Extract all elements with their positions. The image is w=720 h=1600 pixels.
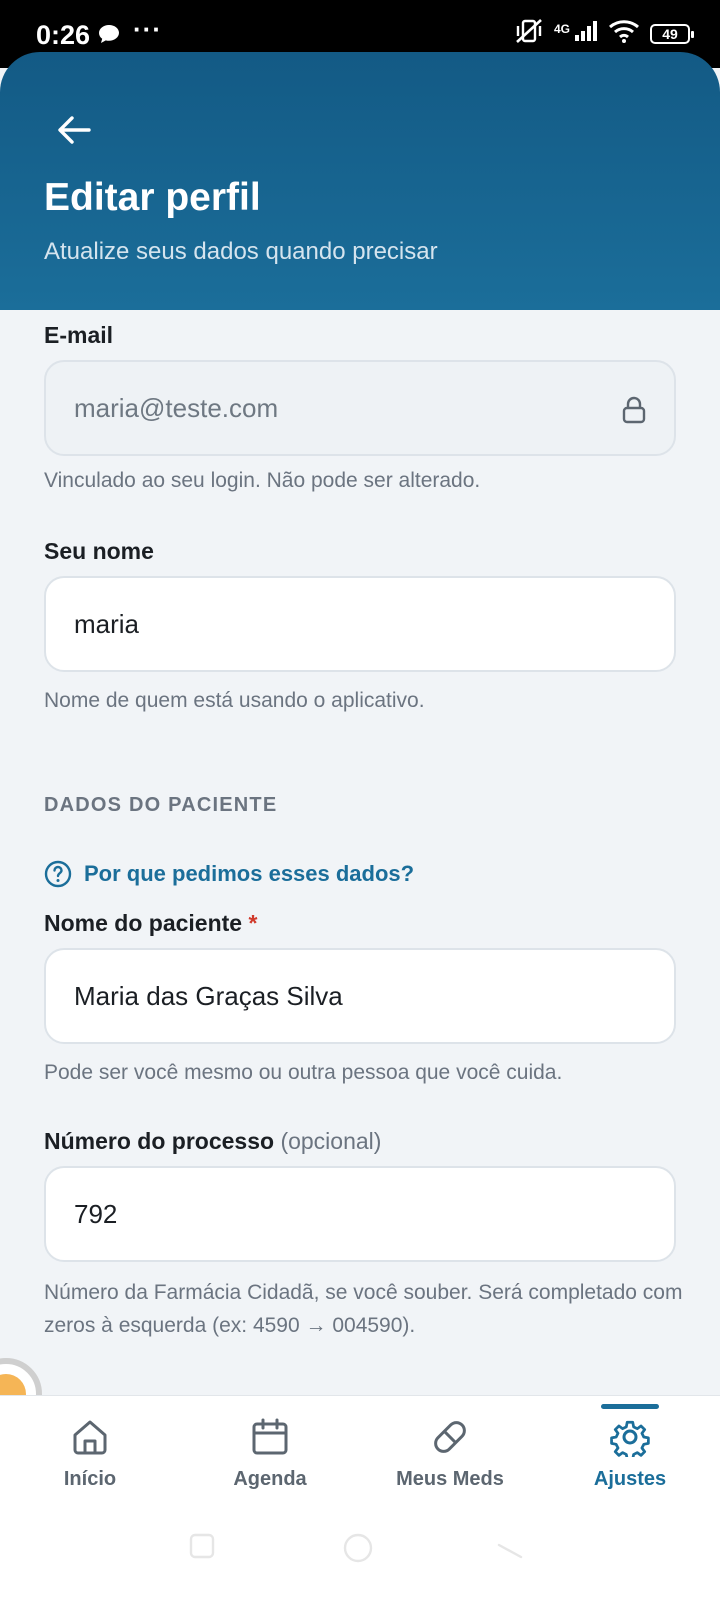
patient-name-value: Maria das Graças Silva bbox=[74, 980, 343, 1011]
process-number-label-text: Número do processo bbox=[44, 1128, 275, 1154]
required-mark: * bbox=[248, 910, 258, 936]
back-button[interactable] bbox=[48, 104, 100, 156]
more-notifications-icon: ··· bbox=[133, 14, 162, 44]
page-title: Editar perfil bbox=[44, 176, 261, 219]
profile-form: E-mail maria@teste.com Vinculado ao seu … bbox=[0, 310, 720, 1395]
home-icon bbox=[70, 1416, 110, 1458]
nav-item-ajustes[interactable]: Ajustes bbox=[540, 1396, 720, 1500]
wifi-icon bbox=[608, 19, 640, 48]
name-label: Seu nome bbox=[44, 538, 154, 564]
gear-icon bbox=[610, 1416, 650, 1458]
nav-item-meus-meds[interactable]: Meus Meds bbox=[360, 1396, 540, 1500]
nav-item-agenda[interactable]: Agenda bbox=[180, 1396, 360, 1500]
optional-tag: (opcional) bbox=[280, 1128, 382, 1154]
chat-bubble-icon bbox=[98, 24, 120, 49]
signal-icon bbox=[574, 20, 598, 47]
pill-icon bbox=[430, 1416, 470, 1458]
bottom-navigation: Início Agenda Meus Meds Ajustes bbox=[0, 1395, 720, 1500]
email-hint: Vinculado ao seu login. Não pode ser alt… bbox=[44, 469, 481, 492]
email-value: maria@teste.com bbox=[74, 392, 279, 423]
why-link-label: Por que pedimos esses dados? bbox=[84, 861, 415, 886]
name-hint: Nome de quem está usando o aplicativo. bbox=[44, 689, 425, 712]
vibrate-mute-icon bbox=[514, 18, 544, 49]
email-field: maria@teste.com bbox=[44, 360, 676, 456]
process-number-label: Número do processo (opcional) bbox=[44, 1128, 381, 1155]
battery-indicator: 49 bbox=[650, 23, 694, 44]
name-value: maria bbox=[74, 608, 140, 639]
patient-name-label: Nome do paciente * bbox=[44, 910, 257, 937]
name-field[interactable]: maria bbox=[44, 576, 676, 672]
home-button[interactable] bbox=[342, 1532, 374, 1569]
calendar-icon bbox=[250, 1416, 290, 1458]
arrow-left-icon bbox=[58, 116, 91, 144]
nav-label-meus-meds: Meus Meds bbox=[396, 1468, 504, 1490]
nav-label-agenda: Agenda bbox=[233, 1468, 307, 1490]
patient-name-label-text: Nome do paciente bbox=[44, 910, 243, 936]
process-number-hint: Número da Farmácia Cidadã, se você soube… bbox=[44, 1281, 683, 1337]
process-number-field[interactable]: 792 bbox=[44, 1166, 676, 1262]
system-navigation-bar bbox=[0, 1500, 720, 1600]
page-subtitle: Atualize seus dados quando precisar bbox=[44, 238, 438, 265]
header: Editar perfil Atualize seus dados quando… bbox=[0, 52, 720, 310]
nav-label-inicio: Início bbox=[63, 1468, 117, 1490]
nav-label-ajustes: Ajustes bbox=[593, 1468, 667, 1490]
patient-name-hint: Pode ser você mesmo ou outra pessoa que … bbox=[44, 1061, 563, 1084]
back-nav-button[interactable] bbox=[496, 1532, 524, 1565]
email-label: E-mail bbox=[44, 322, 114, 348]
patient-name-field[interactable]: Maria das Graças Silva bbox=[44, 948, 676, 1044]
help-circle-icon bbox=[44, 860, 72, 888]
recent-apps-button[interactable] bbox=[188, 1532, 216, 1565]
lock-icon bbox=[622, 396, 646, 424]
nav-item-inicio[interactable]: Início bbox=[0, 1396, 180, 1500]
status-time: 0:26 bbox=[36, 20, 91, 50]
why-data-link[interactable]: Por que pedimos esses dados? bbox=[44, 860, 414, 888]
process-number-value: 792 bbox=[74, 1198, 118, 1229]
network-type: 4G bbox=[553, 21, 570, 36]
status-icons: 4G 49 bbox=[514, 18, 694, 49]
section-title-patient: DADOS DO PACIENTE bbox=[44, 794, 278, 816]
